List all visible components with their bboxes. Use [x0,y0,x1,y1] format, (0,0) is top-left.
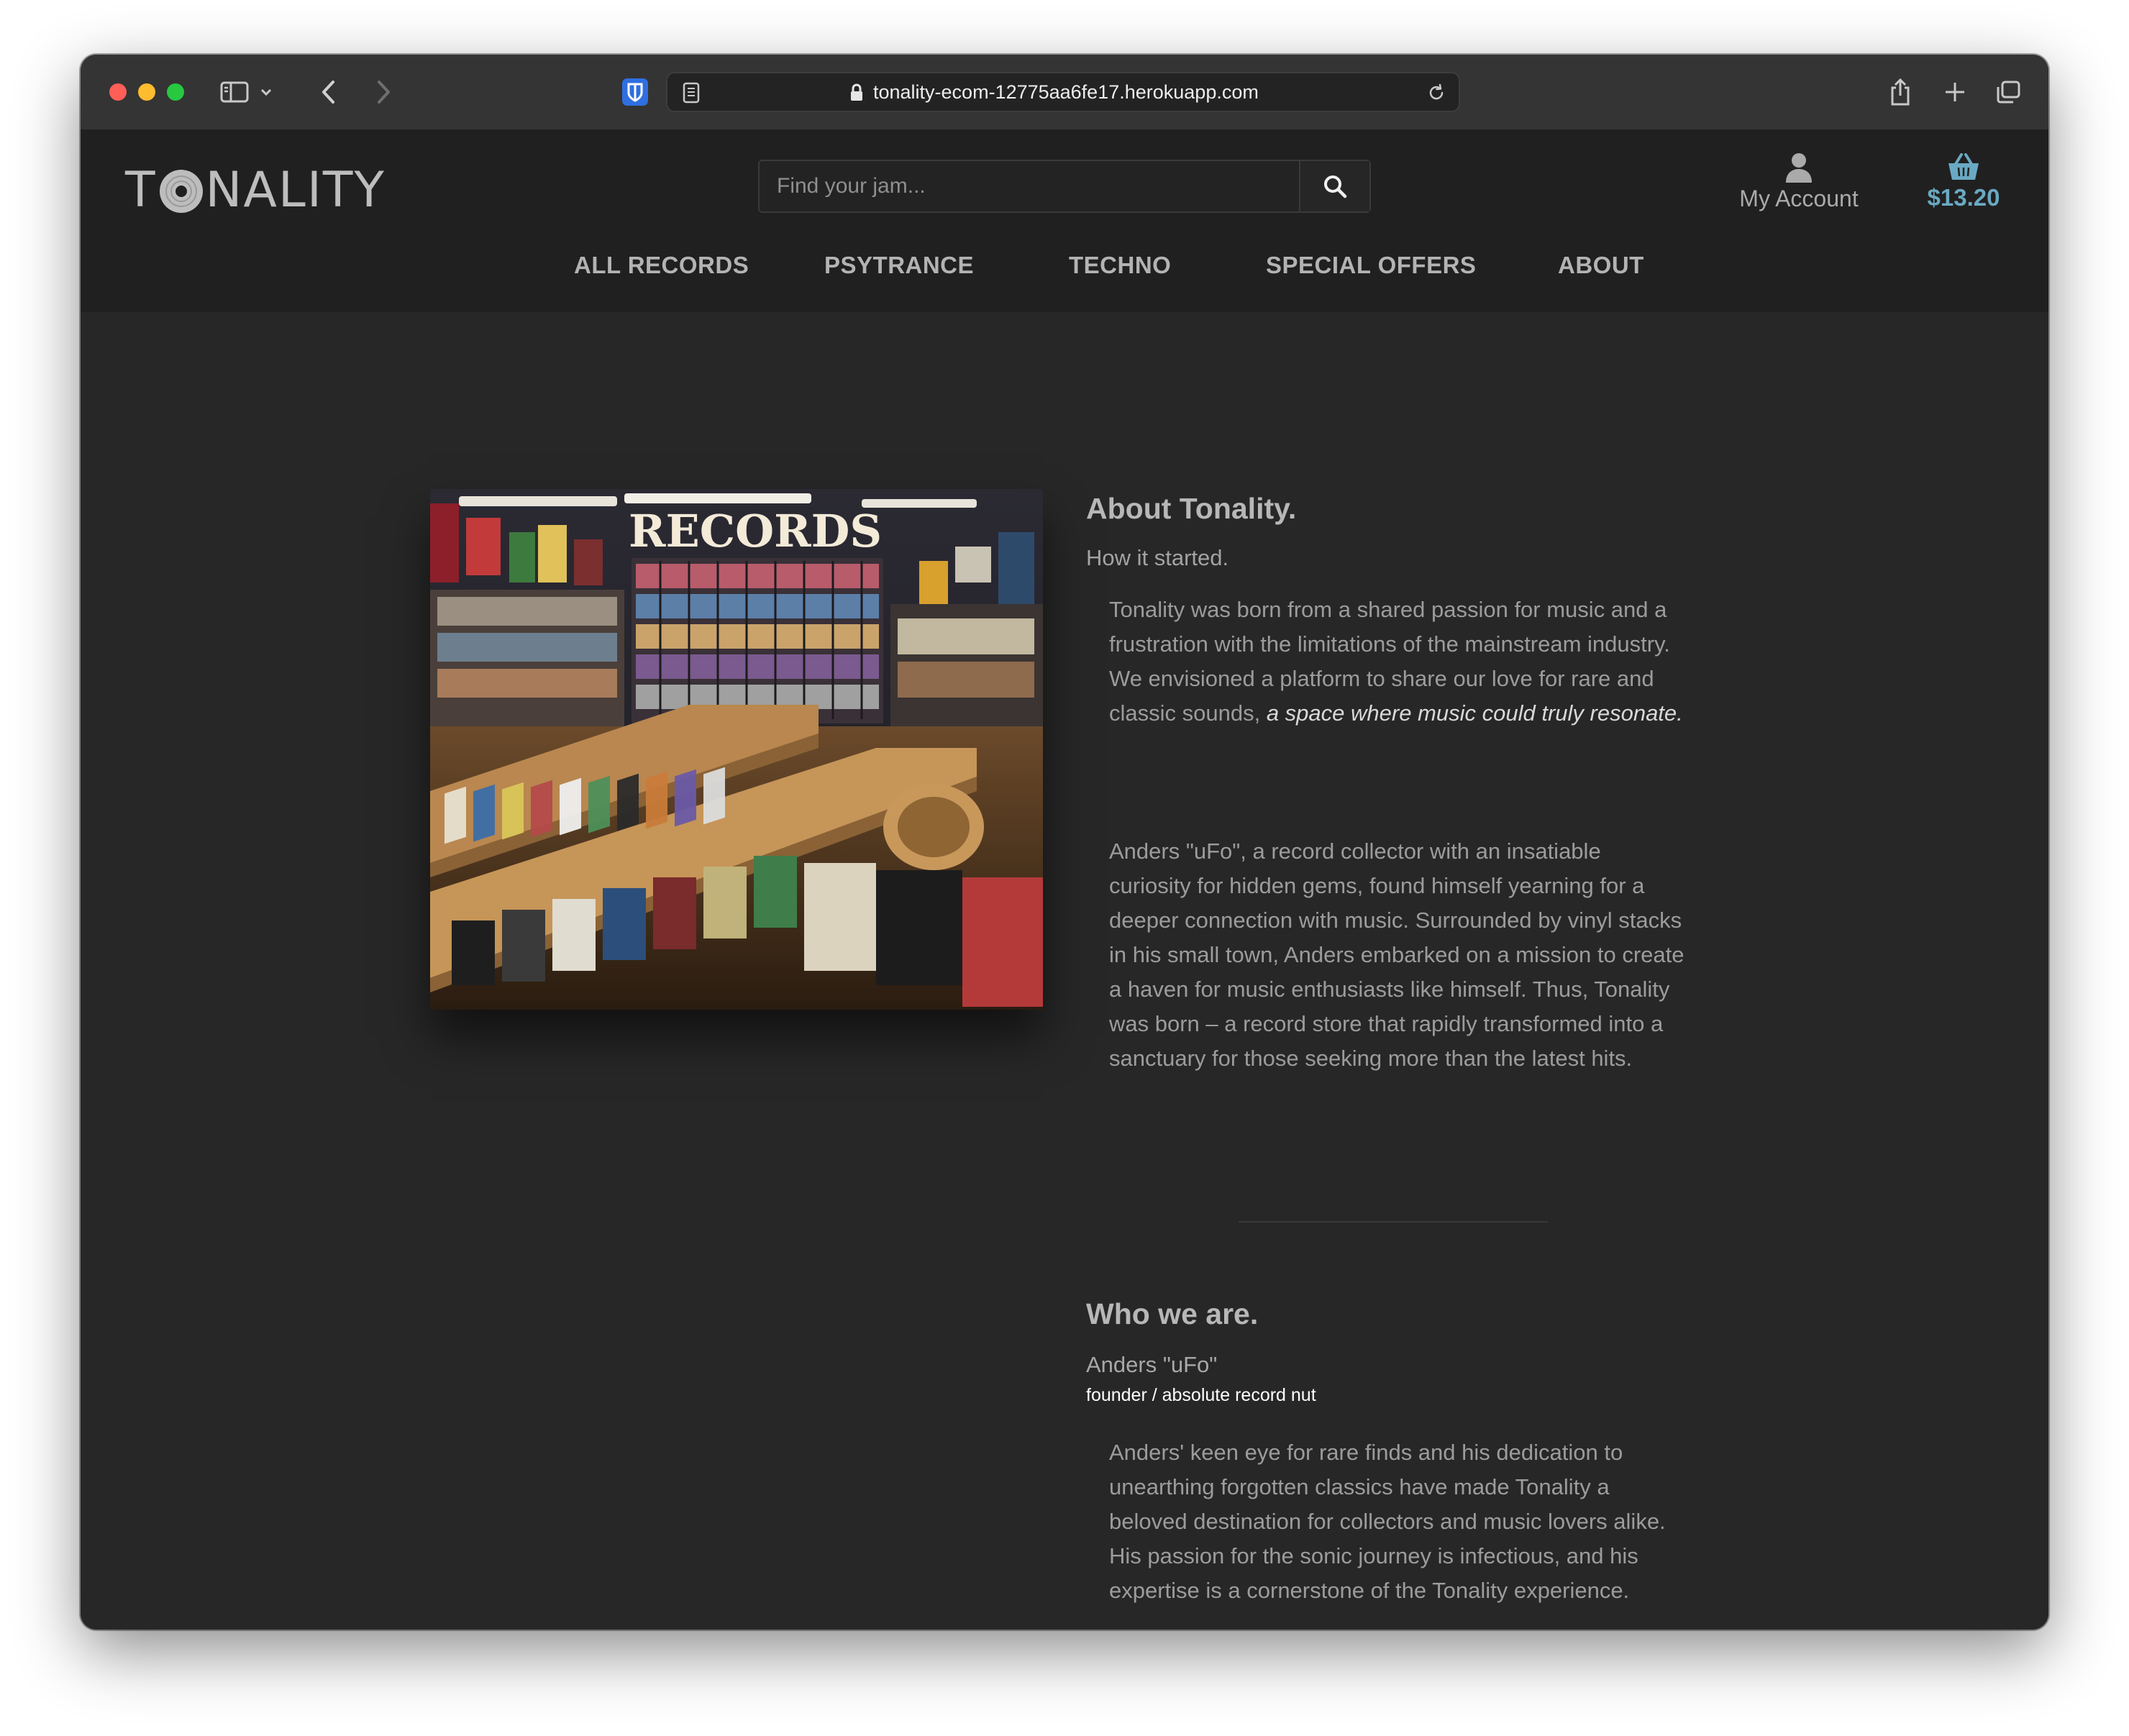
about-paragraph-1-emphasis: a space where music could truly resonate… [1266,700,1683,726]
my-account-label: My Account [1739,186,1859,211]
my-account-link[interactable]: My Account [1731,152,1867,212]
url-text[interactable]: tonality-ecom-12775aa6fe17.herokuapp.com [873,73,1259,111]
record-store-illustration: RECORDS [430,489,1043,1010]
new-tab-plus-icon[interactable] [1935,72,1975,112]
about-paragraph-1: Tonality was born from a shared passion … [1109,593,1684,731]
share-icon[interactable] [1880,72,1920,112]
forward-arrow-icon[interactable] [365,72,401,112]
about-page-content: RECORDS About Tonality. How it started. … [81,312,2048,1630]
logo-letter-t: T [125,161,157,219]
close-window-button[interactable] [109,83,127,101]
password-manager-shield-icon[interactable] [617,72,653,112]
chevron-down-icon[interactable] [256,72,276,112]
records-sign: RECORDS [629,505,882,557]
reload-icon[interactable] [1424,81,1449,105]
site-logo[interactable]: T NALITY [125,161,386,219]
search-button[interactable] [1299,161,1369,211]
basket-total: $13.20 [1927,184,2000,211]
nav-all-records[interactable]: ALL RECORDS [574,252,749,279]
search-form [758,160,1371,213]
lock-icon [847,82,866,104]
shopping-basket-icon [1948,153,1979,180]
search-input[interactable] [760,161,1300,211]
back-arrow-icon[interactable] [311,72,347,112]
nav-psytrance[interactable]: PSYTRANCE [824,252,974,279]
member-bio: Anders' keen eye for rare finds and his … [1109,1440,1666,1603]
reader-mode-icon[interactable] [679,81,703,105]
nav-techno[interactable]: TECHNO [1069,252,1171,279]
basket-link[interactable]: $13.20 [1913,152,2014,211]
zoom-window-button[interactable] [167,83,184,101]
user-icon [1786,153,1812,183]
record-store-photo: RECORDS [430,489,1043,1010]
member-role: founder / absolute record nut [1086,1385,1316,1405]
about-subtitle: How it started. [1086,545,1229,570]
vinyl-disc-icon [159,170,203,213]
nav-special-offers[interactable]: SPECIAL OFFERS [1266,252,1476,279]
sidebar-icon[interactable] [219,72,250,112]
address-bar[interactable]: tonality-ecom-12775aa6fe17.herokuapp.com [666,72,1460,112]
browser-toolbar: tonality-ecom-12775aa6fe17.herokuapp.com [81,55,2048,131]
member-name: Anders "uFo" [1086,1352,1218,1377]
main-navigation: ALL RECORDS PSYTRANCE TECHNO SPECIAL OFF… [81,252,2048,295]
about-paragraph-2: Anders "uFo", a record collector with an… [1109,839,1684,1071]
tab-overview-icon[interactable] [1988,72,2028,112]
minimize-window-button[interactable] [138,83,155,101]
browser-window: tonality-ecom-12775aa6fe17.herokuapp.com… [81,55,2048,1630]
nav-about[interactable]: ABOUT [1558,252,1644,279]
about-title: About Tonality. [1086,492,1297,525]
team-title: Who we are. [1086,1297,1259,1330]
search-icon [1324,175,1347,198]
logo-letters-nality: NALITY [205,161,386,219]
site-header: T NALITY My Account [81,129,2048,312]
section-divider [1239,1221,1548,1223]
